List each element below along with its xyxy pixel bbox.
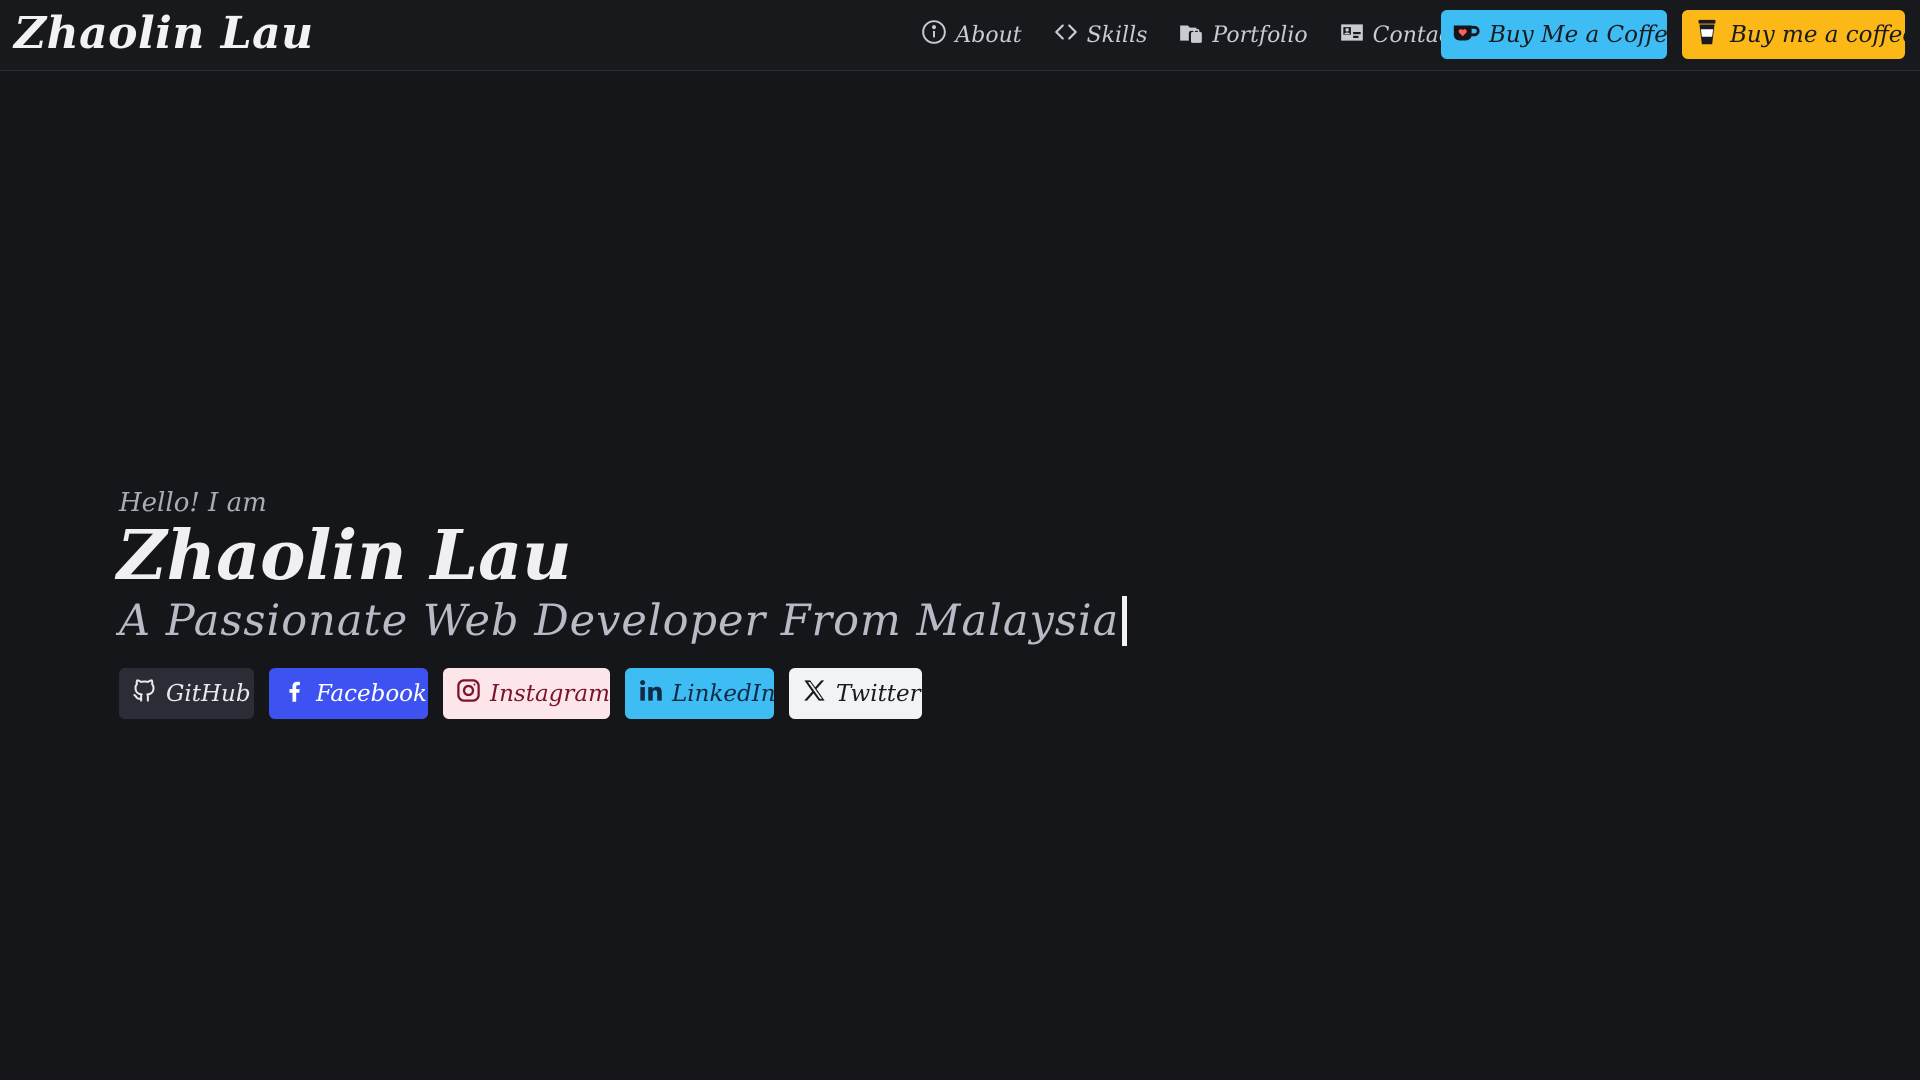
portfolio-icon: [1178, 19, 1204, 51]
social-links: GitHub Facebook Instagram LinkedIn Twitt…: [119, 668, 922, 719]
nav-link-about-label: About: [955, 22, 1022, 48]
github-icon: [131, 677, 158, 710]
facebook-label: Facebook: [316, 680, 427, 707]
buy-me-a-coffee-label: Buy me a coffee: [1730, 21, 1917, 48]
site-brand[interactable]: Zhaolin Lau: [14, 6, 314, 62]
github-button[interactable]: GitHub: [119, 668, 254, 719]
nav-link-portfolio-label: Portfolio: [1212, 22, 1308, 48]
linkedin-label: LinkedIn: [672, 680, 776, 707]
instagram-button[interactable]: Instagram: [443, 668, 610, 719]
facebook-icon: [281, 677, 308, 710]
hero-tagline: A Passionate Web Developer From Malaysia: [119, 596, 1120, 646]
kofi-button-label: Buy Me a Coffee: [1489, 21, 1682, 48]
linkedin-button[interactable]: LinkedIn: [625, 668, 776, 719]
typing-caret: [1122, 596, 1128, 646]
nav-link-about[interactable]: About: [921, 19, 1022, 51]
github-label: GitHub: [166, 680, 251, 707]
kofi-button[interactable]: Buy Me a Coffee: [1441, 10, 1681, 59]
kofi-cup-icon: [1451, 17, 1481, 53]
facebook-button[interactable]: Facebook: [269, 668, 428, 719]
buy-me-a-coffee-button[interactable]: Buy me a coffee: [1682, 10, 1916, 59]
hero-greeting: Hello! I am: [119, 488, 267, 518]
info-icon: [921, 19, 947, 51]
nav-link-skills[interactable]: Skills: [1053, 19, 1148, 51]
coffee-cup-icon: [1692, 17, 1722, 53]
nav-link-skills-label: Skills: [1086, 22, 1148, 48]
hero-section: Hello! I am Zhaolin Lau A Passionate Web…: [117, 486, 1128, 650]
contact-card-icon: [1339, 19, 1365, 51]
x-twitter-icon: [801, 677, 828, 710]
instagram-label: Instagram: [490, 680, 610, 707]
nav-links: About Skills Portfolio Contact: [921, 0, 1460, 70]
twitter-label: Twitter: [836, 680, 921, 707]
instagram-icon: [455, 677, 482, 710]
nav-link-portfolio[interactable]: Portfolio: [1178, 19, 1308, 51]
hero-tagline-row: A Passionate Web Developer From Malaysia: [119, 592, 1128, 650]
linkedin-icon: [637, 677, 664, 710]
top-navbar: Zhaolin Lau About Skills Portfolio Conta…: [0, 0, 1920, 71]
twitter-button[interactable]: Twitter: [789, 668, 922, 719]
hero-name: Zhaolin Lau: [117, 516, 572, 596]
code-icon: [1053, 19, 1079, 51]
